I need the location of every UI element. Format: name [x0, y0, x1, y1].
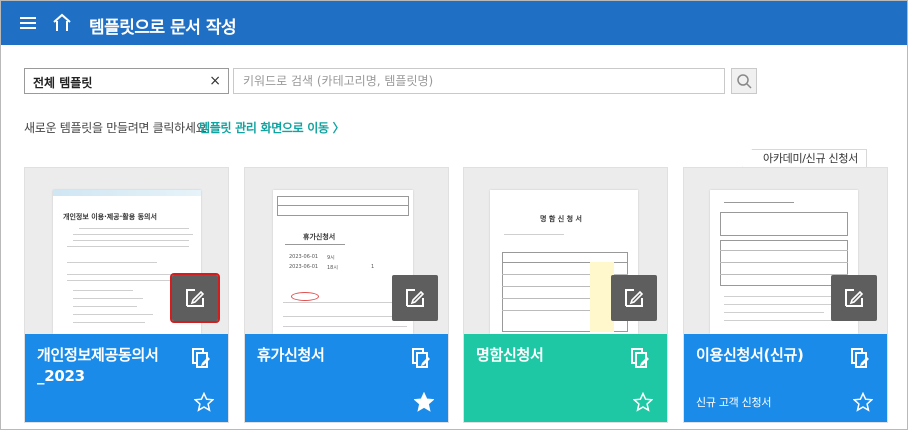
- template-thumbnail[interactable]: [684, 168, 887, 334]
- create-template-hint: 새로운 템플릿을 만들려면 클릭하세요.: [24, 121, 210, 135]
- template-info-band[interactable]: 개인정보제공동의서_2023: [25, 334, 228, 422]
- favorite-star-icon[interactable]: [853, 392, 873, 412]
- search-icon: [737, 74, 752, 89]
- template-filter-select[interactable]: 전체 템플릿 ×: [24, 68, 229, 94]
- template-name: 이용신청서(신규): [696, 346, 804, 364]
- template-card[interactable]: 이용신청서(신규) 신규 고객 신청서: [683, 167, 888, 423]
- template-thumbnail[interactable]: 개인정보 이용·제공·활용 동의서: [25, 168, 228, 334]
- copy-document-icon[interactable]: [190, 346, 212, 370]
- edit-template-button[interactable]: [170, 273, 220, 323]
- template-info-band[interactable]: 이용신청서(신규) 신규 고객 신청서: [684, 334, 887, 422]
- clear-icon[interactable]: ×: [209, 73, 221, 89]
- template-management-link[interactable]: 템플릿 관리 화면으로 이동 〉: [199, 119, 345, 136]
- search-input[interactable]: [233, 68, 725, 94]
- hamburger-menu-icon[interactable]: [19, 14, 37, 32]
- copy-document-icon[interactable]: [629, 346, 651, 370]
- home-icon[interactable]: [51, 12, 73, 34]
- template-card[interactable]: 개인정보 이용·제공·활용 동의서 개인정보제공동의서_2023: [24, 167, 229, 423]
- template-thumbnail[interactable]: 휴가신청서 2023-06-01 9시 2023-06-01 18시 1: [245, 168, 448, 334]
- category-tag: 아카데미/신규 신청서: [742, 149, 867, 168]
- template-description: 신규 고객 신청서: [696, 396, 772, 409]
- app-header: 템플릿으로 문서 작성: [1, 1, 907, 45]
- page-title: 템플릿으로 문서 작성: [89, 18, 237, 38]
- copy-document-icon[interactable]: [849, 346, 871, 370]
- template-name: 명함신청서: [476, 346, 544, 364]
- template-card[interactable]: 명 함 신 청 서 명함신청서: [463, 167, 668, 423]
- favorite-star-icon[interactable]: [194, 392, 214, 412]
- template-thumbnail[interactable]: 명 함 신 청 서: [464, 168, 667, 334]
- copy-document-icon[interactable]: [410, 346, 432, 370]
- template-card[interactable]: 휴가신청서 2023-06-01 9시 2023-06-01 18시 1 휴가신…: [244, 167, 449, 423]
- template-info-band[interactable]: 휴가신청서: [245, 334, 448, 422]
- edit-template-button[interactable]: [611, 275, 657, 321]
- edit-template-button[interactable]: [831, 275, 877, 321]
- edit-icon: [845, 289, 864, 307]
- edit-icon: [406, 289, 425, 307]
- template-name: 휴가신청서: [257, 346, 325, 364]
- template-name: 개인정보제공동의서_2023: [37, 346, 159, 385]
- template-info-band[interactable]: 명함신청서: [464, 334, 667, 422]
- app-window: 템플릿으로 문서 작성 전체 템플릿 × 새로운 템플릿을 만들려면 클릭하세요…: [0, 0, 908, 430]
- filter-selected-value: 전체 템플릿: [33, 76, 93, 90]
- favorite-star-icon[interactable]: [414, 392, 434, 412]
- edit-icon: [186, 289, 205, 307]
- search-button[interactable]: [731, 68, 757, 94]
- favorite-star-icon[interactable]: [633, 392, 653, 412]
- edit-template-button[interactable]: [392, 275, 438, 321]
- edit-icon: [625, 289, 644, 307]
